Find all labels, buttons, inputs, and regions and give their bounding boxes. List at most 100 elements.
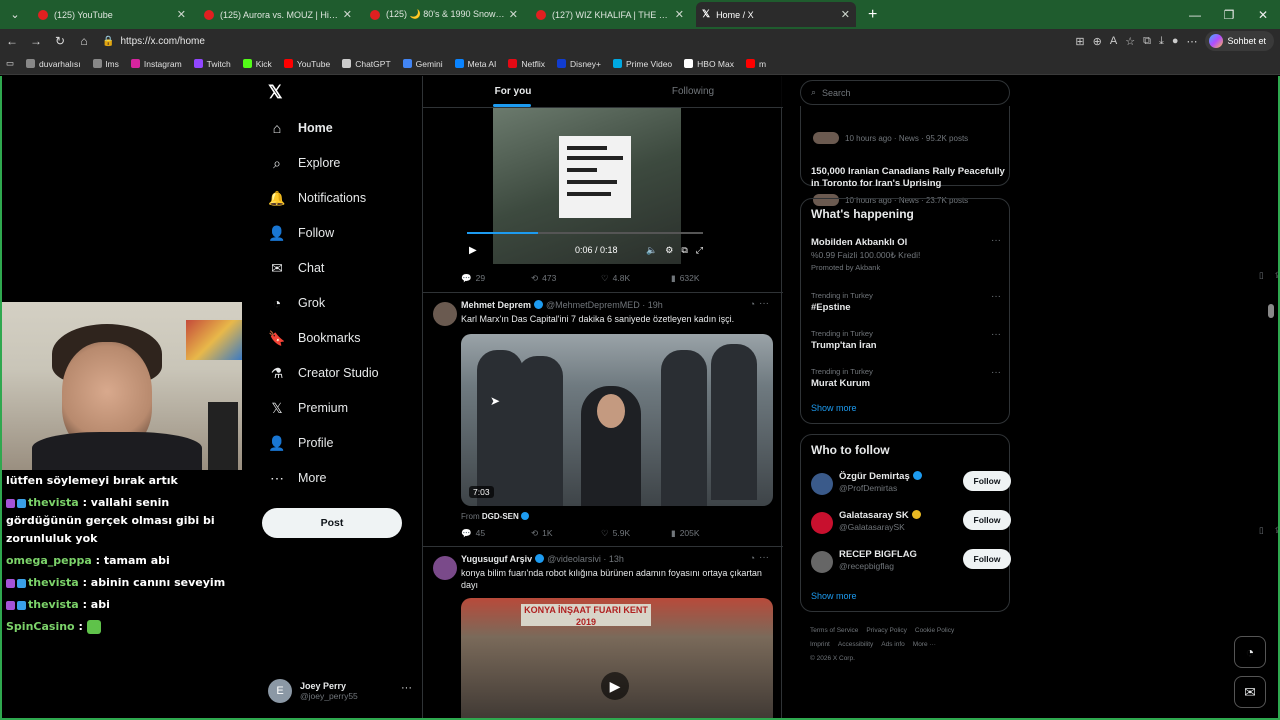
follow-button[interactable]: Follow xyxy=(963,549,1011,569)
like-button[interactable]: ♡ 4.8K xyxy=(601,273,671,284)
bookmark-item[interactable]: m xyxy=(746,59,766,69)
maximize-icon[interactable]: ❐ xyxy=(1212,8,1246,22)
follow-suggestion[interactable]: Özgür Demirtaş @ProfDemirtas Follow xyxy=(811,471,1011,499)
bookmark-item[interactable]: HBO Max xyxy=(684,59,734,69)
news-title[interactable]: 150,000 Iranian Canadians Rally Peaceful… xyxy=(811,166,1006,190)
footer-link[interactable]: Cookie Policy xyxy=(915,627,954,634)
browser-tab[interactable]: 𝕏 Home / X ✕ xyxy=(696,2,856,27)
show-more-follow[interactable]: Show more xyxy=(811,591,857,601)
nav-item-creator-studio[interactable]: ⚗ Creator Studio xyxy=(268,361,379,385)
bookmark-item[interactable]: lms xyxy=(92,59,119,69)
home-button-icon[interactable]: ⌂ xyxy=(72,34,96,48)
post-button[interactable]: Post xyxy=(262,508,402,538)
post-more-icon[interactable]: ··· xyxy=(759,298,769,309)
bookmarks-menu-icon[interactable]: ▭ xyxy=(6,58,14,69)
apps-icon[interactable]: ⊞ xyxy=(1075,35,1084,48)
browser-tab[interactable]: (125) Aurora vs. MOUZ | Highlights ✕ xyxy=(198,2,358,27)
footer-link[interactable]: Ads info xyxy=(881,641,905,648)
trend-item[interactable]: Trending in Turkey Murat Kurum ··· xyxy=(811,367,1001,389)
volume-icon[interactable]: 🔈 xyxy=(646,245,657,256)
nav-item-profile[interactable]: 👤 Profile xyxy=(268,431,333,455)
follow-button[interactable]: Follow xyxy=(963,510,1011,530)
author-handle[interactable]: @videolarsivi xyxy=(547,554,601,564)
tab-close-icon[interactable]: ✕ xyxy=(177,8,186,21)
avatar[interactable] xyxy=(811,551,833,573)
browser-tab[interactable]: (127) WIZ KHALIFA | THE SESH EP ✕ xyxy=(530,2,690,27)
trend-more-icon[interactable]: ··· xyxy=(991,329,1001,340)
bookmark-item[interactable]: Netflix xyxy=(508,59,545,69)
footer-link[interactable]: Accessibility xyxy=(838,641,873,648)
avatar[interactable] xyxy=(433,302,457,326)
nav-item-home[interactable]: ⌂ Home xyxy=(268,116,333,140)
nav-item-chat[interactable]: ✉ Chat xyxy=(268,256,324,280)
download-icon[interactable]: ⤓ xyxy=(1159,35,1164,48)
nav-item-more[interactable]: ⋯ More xyxy=(268,466,326,490)
trend-item[interactable]: Trending in Turkey #Epstine ··· xyxy=(811,291,1001,313)
nav-item-premium[interactable]: 𝕏 Premium xyxy=(268,396,348,420)
grok-fab-icon[interactable]: ◔ xyxy=(1234,636,1266,668)
tab-close-icon[interactable]: ✕ xyxy=(343,8,352,21)
footer-link[interactable]: Terms of Service xyxy=(810,627,858,634)
tab-actions-menu[interactable]: ⌄ xyxy=(4,4,26,26)
bookmark-item[interactable]: Gemini xyxy=(402,59,443,69)
post-more-icon[interactable]: ··· xyxy=(759,552,769,563)
bookmark-item[interactable]: Instagram xyxy=(130,59,182,69)
pip-icon[interactable]: ⧉ xyxy=(681,245,687,256)
bookmark-item[interactable]: Prime Video xyxy=(613,59,672,69)
fullscreen-icon[interactable]: ⤢ xyxy=(696,245,703,256)
play-icon[interactable]: ▶ xyxy=(469,245,477,256)
author-name[interactable]: Mehmet Deprem xyxy=(461,300,531,310)
nav-item-bookmarks[interactable]: 🔖 Bookmarks xyxy=(268,326,360,350)
forward-icon[interactable]: → xyxy=(24,34,48,48)
page-scrollbar[interactable] xyxy=(1268,76,1274,718)
trend-more-icon[interactable]: ··· xyxy=(991,367,1001,378)
views-button[interactable]: ▮ 632K xyxy=(671,273,741,284)
nav-item-grok[interactable]: ◔ Grok xyxy=(268,291,325,315)
url-field[interactable]: 🔒 https://x.com/home xyxy=(102,31,1202,51)
bookmark-icon[interactable]: ▯ xyxy=(1259,525,1264,536)
back-icon[interactable]: ← xyxy=(0,34,24,48)
nav-item-notifications[interactable]: 🔔 Notifications xyxy=(268,186,366,210)
tab-close-icon[interactable]: ✕ xyxy=(509,8,518,21)
favorite-star-icon[interactable]: ☆ xyxy=(1125,35,1135,48)
extensions-icon[interactable]: ⧉ xyxy=(1143,35,1151,48)
close-window-icon[interactable]: ✕ xyxy=(1246,8,1280,22)
avatar[interactable] xyxy=(811,473,833,495)
like-button[interactable]: ♡ 5.9K xyxy=(601,528,671,539)
reload-icon[interactable]: ↻ xyxy=(48,34,72,48)
settings-icon[interactable]: ⚙ xyxy=(665,245,673,256)
author-handle[interactable]: @MehmetDepremMED xyxy=(546,300,640,310)
copilot-button[interactable]: Sohbet et xyxy=(1205,31,1274,51)
bookmark-icon[interactable]: ▯ xyxy=(1259,270,1264,281)
trend-item[interactable]: Mobilden Akbanklı Ol %0.99 Faizli 100.000… xyxy=(811,235,1001,272)
follow-button[interactable]: Follow xyxy=(963,471,1011,491)
post2-video[interactable]: 7:03 xyxy=(461,334,773,506)
zoom-icon[interactable]: ⊕ xyxy=(1093,35,1102,48)
reply-button[interactable]: 💬 45 xyxy=(461,528,531,539)
nav-item-follow[interactable]: 👤 Follow xyxy=(268,221,334,245)
from-account[interactable]: DGD-SEN xyxy=(482,512,519,521)
tab-for-you[interactable]: For you xyxy=(423,76,603,107)
tab-following[interactable]: Following xyxy=(603,76,783,107)
trend-item[interactable]: Trending in Turkey Trump'tan İran ··· xyxy=(811,329,1001,351)
account-switcher[interactable]: E Joey Perry @joey_perry55 ··· xyxy=(268,676,418,706)
post2[interactable]: Mehmet Deprem @MehmetDepremMED · 19h ◔ ··… xyxy=(423,292,783,526)
share-icon[interactable]: ⇪ xyxy=(1274,270,1278,281)
repost-button[interactable]: ⟲ 1K xyxy=(531,528,601,539)
reply-button[interactable]: 💬 29 xyxy=(461,273,531,284)
bookmark-item[interactable]: Twitch xyxy=(193,59,231,69)
footer-link[interactable]: Imprint xyxy=(810,641,830,648)
grok-explain-icon[interactable]: ◔ xyxy=(750,299,755,309)
show-more-trends[interactable]: Show more xyxy=(811,403,857,413)
author-name[interactable]: Yugusuguf Arşiv xyxy=(461,554,532,564)
follow-suggestion[interactable]: RECEP BIGFLAG @recepbigflag Follow xyxy=(811,549,1011,577)
tab-close-icon[interactable]: ✕ xyxy=(675,8,684,21)
trend-more-icon[interactable]: ··· xyxy=(991,235,1001,246)
post3-video[interactable]: KONYA İNŞAAT FUARI KENT 2019 ▶ xyxy=(461,598,773,718)
video-progress-bar[interactable] xyxy=(467,232,703,234)
post3[interactable]: Yugusuguf Arşiv @videolarsivi · 13h ◔ ···… xyxy=(423,546,783,718)
account-more-icon[interactable]: ··· xyxy=(401,682,412,694)
messages-fab-icon[interactable]: ✉ xyxy=(1234,676,1266,708)
follow-suggestion[interactable]: Galatasaray SK @GalatasaraySK Follow xyxy=(811,510,1011,538)
bookmark-item[interactable]: duvarhalısı xyxy=(26,59,81,69)
